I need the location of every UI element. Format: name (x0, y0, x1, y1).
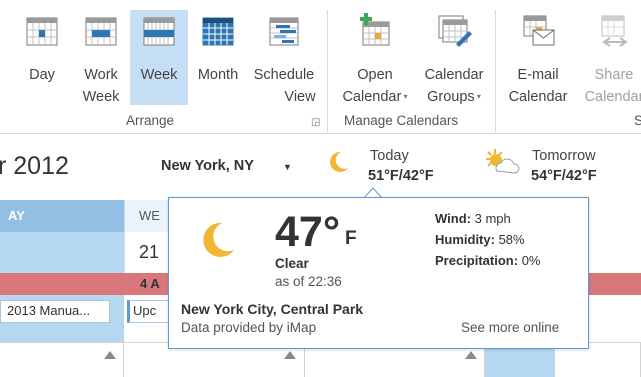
tomorrow-label[interactable]: Tomorrow (532, 148, 596, 164)
scroll-up-icon[interactable] (465, 351, 477, 359)
week-view-button[interactable]: Week (130, 10, 188, 105)
calendar-groups-icon (438, 15, 472, 47)
weather-condition: Clear (275, 256, 309, 271)
group-divider (495, 10, 496, 132)
scroll-up-icon[interactable] (104, 351, 116, 359)
today-label[interactable]: Today (370, 148, 409, 164)
observation-time: as of 22:36 (275, 274, 342, 289)
work-week-view-icon (85, 17, 117, 46)
dialog-launcher-icon[interactable]: ◲ (311, 117, 320, 128)
month-view-icon (202, 17, 234, 46)
group-divider (327, 10, 328, 132)
appointment[interactable]: Upc (127, 300, 172, 323)
work-week-view-button[interactable]: Work Week (73, 10, 129, 105)
manage-calendars-group-label: Manage Calendars (344, 113, 459, 128)
tomorrow-temperatures[interactable]: 54°F/42°F (531, 168, 597, 184)
day-header-today[interactable]: AY (0, 200, 124, 232)
precipitation-stat: Precipitation: 0% (435, 253, 541, 268)
date-weather-bar: r 2012 New York, NY ▼ Today 51°F/42°F To… (0, 134, 641, 200)
humidity-stat: Humidity: 58% (435, 232, 525, 247)
month-view-button[interactable]: Month (190, 10, 246, 105)
see-more-online-link[interactable]: See more online (461, 320, 559, 335)
moon-icon (203, 222, 234, 257)
weather-popup: 47° F Clear as of 22:36 Wind: 3 mph Humi… (168, 197, 589, 349)
current-temperature: 47° (275, 208, 341, 256)
wind-stat: Wind: 3 mph (435, 211, 511, 226)
share-calendar-button[interactable]: Share Calendar (578, 10, 641, 105)
arrange-group-label: Arrange (126, 113, 175, 128)
station-location: New York City, Central Park (181, 301, 364, 317)
schedule-view-icon (269, 17, 299, 46)
scroll-up-icon[interactable] (284, 351, 296, 359)
ribbon: Day Work Week Week Month Schedule View A… (0, 0, 641, 134)
chevron-down-icon[interactable]: ▼ (283, 162, 292, 172)
day-view-icon (26, 17, 58, 46)
sun-cloud-icon[interactable] (483, 147, 523, 177)
appointment[interactable]: 2013 Manua... (0, 300, 110, 323)
email-calendar-icon (523, 15, 555, 46)
week-view-icon (143, 17, 175, 46)
weather-location[interactable]: New York, NY (161, 158, 254, 174)
schedule-view-button[interactable]: Schedule View (248, 10, 320, 105)
data-provider: Data provided by iMap (181, 320, 317, 335)
open-calendar-icon (360, 13, 390, 46)
email-calendar-button[interactable]: E-mail Calendar (502, 10, 574, 105)
day-view-button[interactable]: Day (12, 10, 72, 105)
temperature-unit: F (345, 228, 357, 249)
open-calendar-button[interactable]: Open Calendar ▾ (334, 10, 416, 105)
share-group-label: S (634, 113, 641, 128)
today-temperatures[interactable]: 51°F/42°F (368, 168, 434, 184)
date-range-title: r 2012 (0, 152, 69, 180)
time-slot-cell[interactable] (0, 343, 124, 377)
moon-icon[interactable] (326, 150, 350, 174)
calendar-groups-button[interactable]: Calendar Groups ▾ (418, 10, 490, 105)
share-calendar-icon (601, 15, 628, 47)
